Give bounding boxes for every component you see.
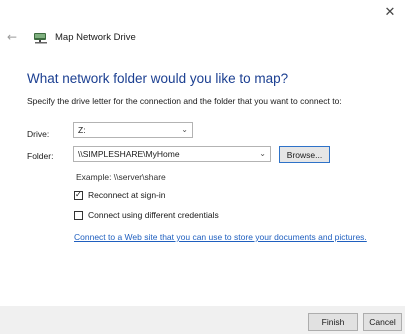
reconnect-label: Reconnect at sign-in <box>88 190 166 200</box>
different-credentials-label: Connect using different credentials <box>88 210 219 220</box>
browse-button[interactable]: Browse... <box>279 146 330 163</box>
map-network-drive-dialog: ✕ ← Map Network Drive What network folde… <box>0 0 405 334</box>
example-text: Example: \\server\share <box>76 172 166 182</box>
web-site-link[interactable]: Connect to a Web site that you can use t… <box>74 232 367 242</box>
different-credentials-option[interactable]: Connect using different credentials <box>74 210 219 220</box>
finish-button[interactable]: Finish <box>308 313 358 331</box>
different-credentials-checkbox[interactable] <box>74 210 83 220</box>
dialog-footer: Finish Cancel <box>0 306 405 334</box>
page-heading: What network folder would you like to ma… <box>27 71 289 86</box>
folder-label: Folder: <box>27 151 54 161</box>
instructions-text: Specify the drive letter for the connect… <box>27 96 342 106</box>
drive-value: Z: <box>78 125 86 135</box>
checkmark-icon: ✓ <box>75 189 82 199</box>
drive-label: Drive: <box>27 129 50 139</box>
back-arrow-icon: ← <box>7 30 18 44</box>
network-drive-icon <box>34 33 47 44</box>
close-icon: ✕ <box>384 4 396 20</box>
reconnect-option[interactable]: ✓ Reconnect at sign-in <box>74 190 166 200</box>
chevron-down-icon: ⌄ <box>181 125 188 134</box>
close-button[interactable]: ✕ <box>379 2 401 22</box>
cancel-button[interactable]: Cancel <box>363 313 402 331</box>
chevron-down-icon[interactable]: ⌄ <box>259 149 266 158</box>
back-button[interactable]: ← <box>7 30 21 44</box>
window-title: Map Network Drive <box>55 32 136 43</box>
reconnect-checkbox[interactable]: ✓ <box>74 189 83 200</box>
drive-select[interactable]: Z: ⌄ <box>73 122 193 138</box>
folder-combobox[interactable]: \\SIMPLESHARE\MyHome ⌄ <box>73 146 271 162</box>
folder-value: \\SIMPLESHARE\MyHome <box>78 149 180 159</box>
